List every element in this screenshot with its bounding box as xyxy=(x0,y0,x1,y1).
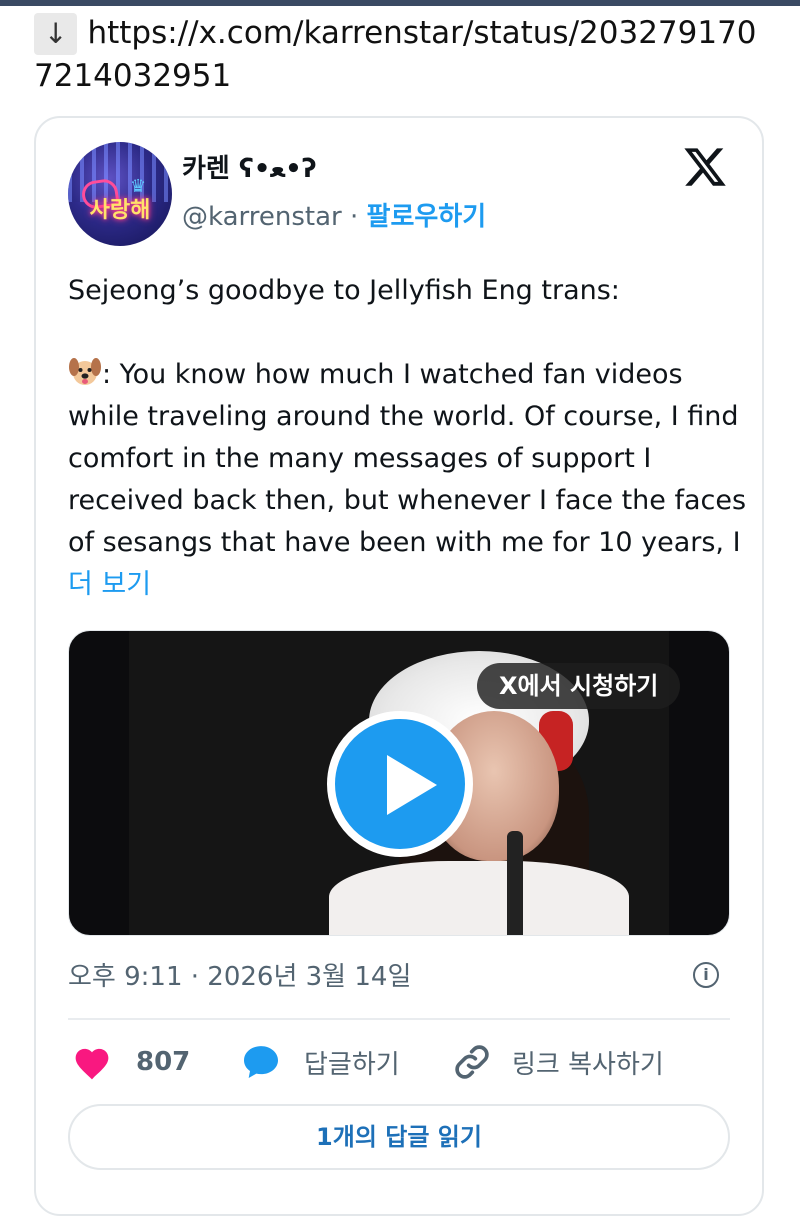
top-bar xyxy=(0,0,800,6)
tweet-text: Sejeong’s goodbye to Jellyfish Eng trans… xyxy=(68,270,748,606)
download-arrow-icon: ↓ xyxy=(34,13,78,55)
divider xyxy=(68,1018,730,1020)
action-bar: 807 답글하기 링크 복사하기 xyxy=(68,1040,730,1084)
speech-bubble-icon xyxy=(244,1046,278,1078)
handle-line: @karrenstar · 팔로우하기 xyxy=(182,196,486,233)
avatar-neon-sign: 사랑해 xyxy=(89,198,151,223)
like-count: 807 xyxy=(136,1047,191,1077)
tweet-url[interactable]: https://x.com/karrenstar/status/20327917… xyxy=(34,15,757,94)
follow-button[interactable]: 팔로우하기 xyxy=(367,202,487,232)
tweet-text-line1: Sejeong’s goodbye to Jellyfish Eng trans… xyxy=(68,275,620,306)
tweet-body-text: : You know how much I watched fan videos… xyxy=(68,359,747,558)
user-handle[interactable]: @karrenstar xyxy=(182,202,342,232)
avatar[interactable]: ♛ 사랑해 xyxy=(68,142,172,246)
copy-link-button[interactable]: 링크 복사하기 xyxy=(452,1040,664,1084)
dog-face-icon xyxy=(68,357,102,387)
heart-icon xyxy=(75,1048,109,1080)
video-shoulders xyxy=(329,861,629,935)
display-name[interactable]: 카렌 ʕ•ﻌ•ʔ xyxy=(182,148,317,185)
watch-on-x-button[interactable]: X에서 시청하기 xyxy=(477,663,681,709)
video-microphone xyxy=(507,831,523,935)
x-logo-icon[interactable] xyxy=(682,144,728,190)
link-icon xyxy=(455,1045,489,1079)
separator: · xyxy=(341,202,367,232)
tweet-text-body: : You know how much I watched fan videos… xyxy=(68,354,748,606)
copy-link-label: 링크 복사하기 xyxy=(512,1049,664,1080)
timestamp[interactable]: 오후 9:11 · 2026년 3월 14일 xyxy=(68,956,411,993)
show-more-link[interactable]: 더 보기 xyxy=(68,569,151,600)
reply-label: 답글하기 xyxy=(304,1049,400,1080)
video-player[interactable]: X에서 시청하기 xyxy=(68,630,730,936)
reply-button[interactable]: 답글하기 xyxy=(240,1040,400,1084)
read-replies-button[interactable]: 1개의 답글 읽기 xyxy=(68,1104,730,1170)
info-icon[interactable]: i xyxy=(693,962,719,988)
like-button[interactable]: 807 xyxy=(72,1040,190,1084)
play-icon[interactable] xyxy=(327,711,473,857)
link-line[interactable]: ↓ https://x.com/karrenstar/status/2032791… xyxy=(34,12,774,97)
